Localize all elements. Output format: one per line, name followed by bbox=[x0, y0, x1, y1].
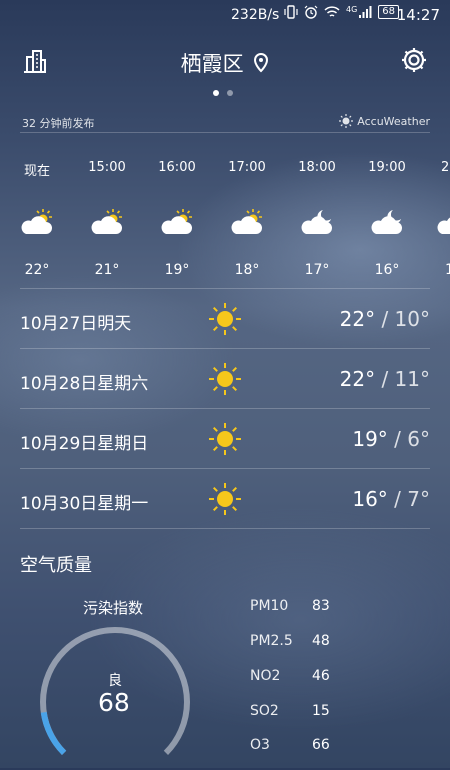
sun-icon bbox=[209, 483, 241, 515]
divider bbox=[20, 468, 430, 469]
sun-icon bbox=[209, 423, 241, 455]
pollutant-row: NO2 46 bbox=[250, 668, 340, 698]
day-high: 22° bbox=[339, 367, 376, 391]
hour-time: 现在 bbox=[23, 164, 50, 179]
daily-row[interactable]: 10月29日星期日 19° / 6° bbox=[20, 410, 430, 470]
pollutant-value: 15 bbox=[312, 703, 330, 719]
pollutant-name: PM2.5 bbox=[250, 633, 293, 649]
partly-cloudy-night-icon bbox=[287, 208, 347, 248]
sun-icon bbox=[209, 303, 241, 335]
day-low: 10° bbox=[394, 307, 430, 331]
hourly-item: 18:00 17° bbox=[287, 160, 347, 278]
hour-temp: 21° bbox=[94, 262, 120, 278]
hour-time: 15:00 bbox=[88, 160, 126, 175]
partly-cloudy-day-icon bbox=[7, 208, 67, 248]
hourly-item: 20 1 bbox=[427, 160, 450, 278]
day-temp-range: 19° / 6° bbox=[352, 427, 430, 451]
day-low: 11° bbox=[394, 367, 430, 391]
hourly-item: 现在 22° bbox=[7, 160, 67, 278]
pollution-index-label: 污染指数 bbox=[83, 599, 144, 617]
day-high: 19° bbox=[352, 427, 388, 451]
hour-time: 19:00 bbox=[368, 160, 406, 175]
day-date: 10月27日明天 bbox=[20, 314, 132, 334]
hour-time: 16:00 bbox=[158, 160, 196, 175]
day-high: 16° bbox=[352, 487, 388, 511]
temp-separator: / bbox=[387, 427, 408, 451]
divider bbox=[20, 408, 430, 409]
gauge-fill bbox=[40, 711, 67, 756]
divider bbox=[20, 348, 430, 349]
pollutant-row: PM2.5 48 bbox=[250, 633, 340, 663]
temp-separator: / bbox=[375, 367, 395, 391]
pollutant-value: 46 bbox=[312, 668, 330, 684]
divider bbox=[20, 288, 430, 289]
hour-temp: 18° bbox=[234, 262, 260, 278]
day-date: 10月29日星期日 bbox=[20, 434, 149, 454]
hourly-item-clipped: 20 1 bbox=[427, 0, 450, 290]
pollutant-value: 48 bbox=[312, 633, 330, 649]
partly-cloudy-night-icon bbox=[427, 208, 450, 248]
day-low: 7° bbox=[407, 487, 430, 511]
hourly-item: 15:00 21° bbox=[77, 160, 137, 278]
day-date: 10月28日星期六 bbox=[20, 374, 149, 394]
day-temp-range: 16° / 7° bbox=[352, 487, 430, 511]
aqi-value: 68 bbox=[98, 688, 130, 717]
hourly-item: 19:00 16° bbox=[357, 160, 417, 278]
pollutant-row: SO2 15 bbox=[250, 703, 340, 733]
pollutant-name: NO2 bbox=[250, 668, 281, 684]
hour-temp: 1 bbox=[445, 262, 450, 278]
pollutant-value: 83 bbox=[312, 598, 330, 614]
daily-row[interactable]: 10月28日星期六 22° / 11° bbox=[20, 350, 430, 410]
day-temp-range: 22° / 11° bbox=[340, 367, 430, 391]
partly-cloudy-day-icon bbox=[147, 208, 207, 248]
hour-temp: 16° bbox=[374, 262, 400, 278]
daily-row[interactable]: 10月27日明天 22° / 10° bbox=[20, 290, 430, 350]
hourly-item: 16:00 19° bbox=[147, 160, 207, 278]
hour-time: 20 bbox=[441, 160, 450, 175]
temp-separator: / bbox=[375, 307, 395, 331]
hourly-forecast[interactable]: 现在 22° 15:00 21° 16:00 19° 17:00 18° 18:… bbox=[0, 0, 450, 290]
hour-time: 17:00 bbox=[228, 160, 266, 175]
pollutant-value: 66 bbox=[312, 737, 330, 753]
pollutant-row: PM10 83 bbox=[250, 598, 340, 628]
daily-row[interactable]: 10月30日星期一 16° / 7° bbox=[20, 470, 430, 530]
partly-cloudy-day-icon bbox=[217, 208, 277, 248]
day-date: 10月30日星期一 bbox=[20, 494, 149, 514]
hourly-item: 17:00 18° bbox=[217, 160, 277, 278]
divider bbox=[20, 528, 430, 529]
day-temp-range: 22° / 10° bbox=[340, 307, 430, 331]
hour-temp: 17° bbox=[304, 262, 330, 278]
sun-icon bbox=[209, 363, 241, 395]
hour-temp: 22° bbox=[24, 262, 50, 278]
day-high: 22° bbox=[339, 307, 376, 331]
aqi-level: 良 bbox=[108, 673, 122, 689]
hour-temp: 19° bbox=[164, 262, 190, 278]
pollutant-row: O3 66 bbox=[250, 737, 340, 767]
hour-time: 18:00 bbox=[298, 160, 336, 175]
pollutant-name: SO2 bbox=[250, 703, 279, 719]
partly-cloudy-night-icon bbox=[357, 208, 417, 248]
temp-separator: / bbox=[387, 487, 408, 511]
air-quality-title: 空气质量 bbox=[20, 555, 92, 576]
day-low: 6° bbox=[407, 427, 430, 451]
pollutant-name: PM10 bbox=[250, 598, 289, 614]
pollutant-name: O3 bbox=[250, 737, 270, 753]
partly-cloudy-day-icon bbox=[77, 208, 137, 248]
